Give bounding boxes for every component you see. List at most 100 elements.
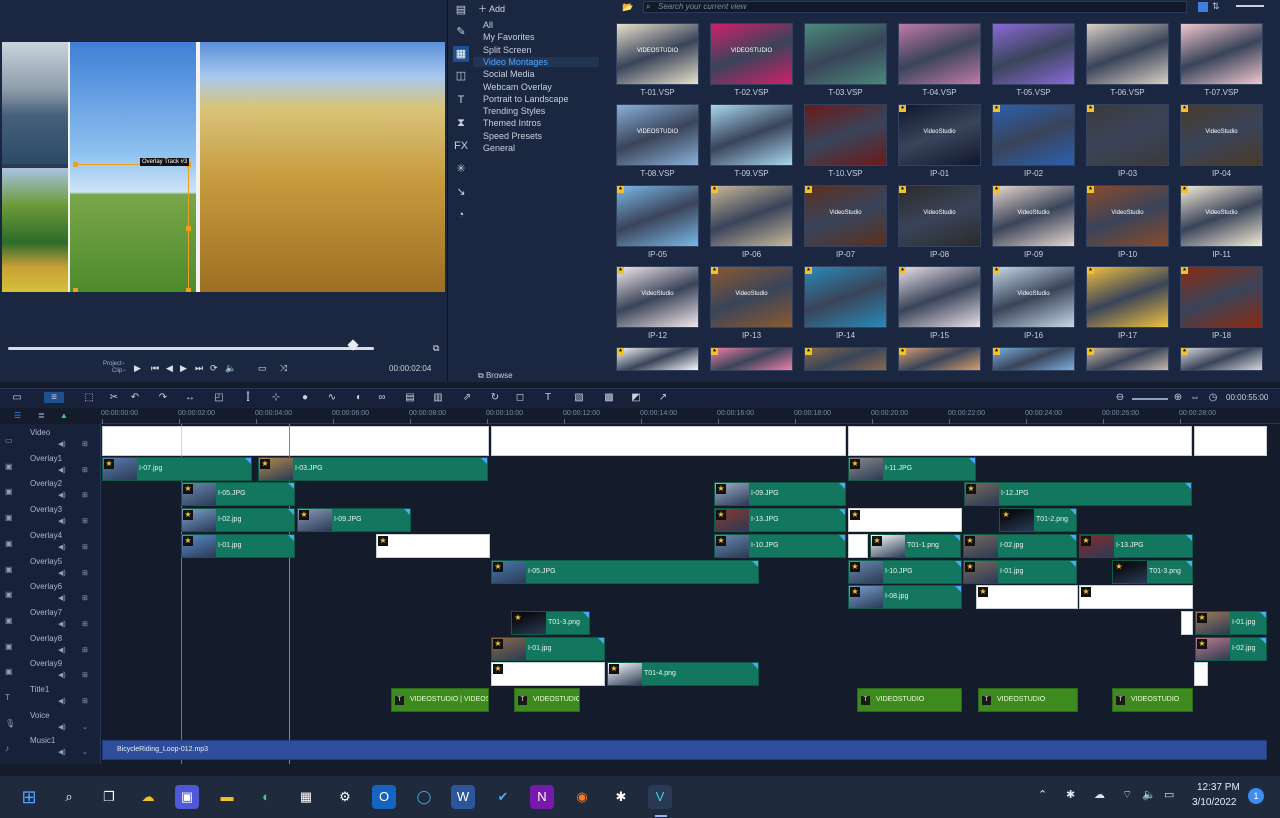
track-grid-icon[interactable]: ⊞ [82, 466, 88, 474]
step-back-icon[interactable]: ◀ [166, 363, 173, 374]
track-grid-icon[interactable]: ⊞ [82, 594, 88, 602]
subtitle-icon[interactable]: ▧ [572, 392, 586, 403]
color-icon[interactable]: ● [298, 392, 312, 403]
overlay-clip[interactable]: I-03.JPG ★ [258, 456, 488, 481]
category-item[interactable]: All [483, 20, 493, 30]
template-thumbnail[interactable]: ★ [992, 347, 1075, 371]
template-thumbnail[interactable]: ★ [1086, 104, 1169, 166]
wifi-icon[interactable]: ⌔ [1122, 788, 1132, 802]
overlay-clip[interactable]: I-10.JPG ★ [848, 559, 962, 584]
template-thumbnail[interactable]: ★ VideoStudio [710, 266, 793, 328]
word-icon[interactable]: W [451, 785, 475, 809]
slack-tray-icon[interactable]: ✱ [1066, 788, 1075, 801]
project-mode-label[interactable]: Project− [103, 361, 125, 367]
video-clip[interactable] [1194, 426, 1267, 456]
repeat-icon[interactable]: ⟳ [210, 363, 218, 374]
overlay-clip[interactable]: I-11.JPG ★ [848, 456, 976, 481]
title-clip[interactable]: T VIDEOSTUDIO [1112, 688, 1193, 712]
overlay-clip[interactable]: I-08.jpg ★ [848, 585, 962, 610]
track-volume-icon[interactable]: ◀) [58, 466, 66, 474]
edge-icon[interactable]: ◐ [254, 785, 278, 809]
tools-icon[interactable]: ✂ [107, 392, 121, 403]
clip-mode-label[interactable]: Clip− [112, 368, 126, 374]
start-icon[interactable]: ⊞ [17, 785, 41, 809]
category-item[interactable]: Trending Styles [483, 106, 545, 116]
step-forward-icon[interactable]: ▶ [180, 363, 187, 374]
overlay-clip[interactable]: I-01.jpg ★ [491, 636, 605, 661]
template-thumbnail[interactable]: ★ [804, 347, 887, 371]
redo-icon[interactable]: ↷ [156, 392, 170, 403]
title-clip[interactable]: T VIDEOSTUDIO | VIDEOS [391, 688, 489, 712]
overlay-clip[interactable]: I-12.JPG ★ [964, 482, 1192, 507]
settings-icon[interactable]: ⚙ [333, 785, 357, 809]
motion-icon[interactable]: ✳ [453, 161, 469, 177]
template-thumbnail[interactable]: ★ VideoStudio [992, 266, 1075, 328]
template-thumbnail[interactable] [992, 23, 1075, 85]
clock-time[interactable]: 12:37 PM [1197, 782, 1240, 793]
crop-icon[interactable]: ◰ [212, 392, 226, 403]
widgets-icon[interactable]: ☁ [136, 785, 160, 809]
title-clip[interactable]: T VIDEOSTUDIO [978, 688, 1078, 712]
track-volume-icon[interactable]: ◀) [58, 517, 66, 525]
templates-icon[interactable]: ▦ [453, 46, 469, 62]
todo-icon[interactable]: ✔ [491, 785, 515, 809]
template-thumbnail[interactable] [804, 104, 887, 166]
resize-handle[interactable] [73, 288, 78, 292]
link-icon[interactable]: ∞ [375, 392, 389, 403]
chevron-up-icon[interactable]: ⌃ [1038, 788, 1047, 801]
template-thumbnail[interactable]: ★ [804, 266, 887, 328]
firefox-icon[interactable]: ◉ [570, 785, 594, 809]
resize-handle[interactable] [73, 162, 78, 167]
category-item[interactable]: Themed Intros [483, 118, 541, 128]
track-grid-icon[interactable]: ⊞ [82, 646, 88, 654]
layout-icon[interactable]: ▥ [431, 392, 445, 403]
overlay-clip[interactable]: I-10.JPG ★ [714, 533, 846, 558]
caption-icon[interactable]: ▤ [403, 392, 417, 403]
overlay-clip[interactable]: T01-1.png ★ [870, 533, 961, 558]
overlay-clip[interactable]: I-01.jpg ★ [963, 559, 1077, 584]
file-explorer-icon[interactable]: ▬ [215, 785, 239, 809]
title-icon[interactable]: T [453, 92, 469, 108]
speed-icon[interactable]: ◔ [453, 207, 469, 223]
overlay-clip[interactable]: I-09.JPG ★ [714, 482, 846, 507]
template-thumbnail[interactable]: ★ [1180, 347, 1263, 371]
clock-date[interactable]: 3/10/2022 [1192, 797, 1237, 808]
template-thumbnail[interactable]: ★ VideoStudio [1180, 104, 1263, 166]
overlay-clip[interactable]: I-05.JPG ★ [491, 559, 759, 584]
overlay-clip[interactable]: ★ [376, 533, 490, 558]
skip-start-icon[interactable]: ⏮ [151, 363, 159, 374]
videostudio-icon[interactable]: V [648, 785, 672, 809]
fit-frame-icon[interactable]: ◻ [513, 392, 527, 403]
add-track-icon[interactable]: ≣ [38, 411, 45, 420]
volume-icon[interactable]: 🔈 [225, 363, 236, 374]
clock-icon[interactable]: ◷ [1206, 392, 1220, 403]
overlay-clip[interactable]: I-02.jpg ★ [181, 508, 295, 533]
onedrive-icon[interactable]: ☁ [1094, 788, 1105, 801]
category-item[interactable]: Webcam Overlay [483, 82, 552, 92]
category-item[interactable]: Speed Presets [483, 131, 542, 141]
timeline-ruler[interactable]: 00:00:00:00 00:00:02:00 00:00:04:00 00:00:0… [101, 408, 1280, 424]
track-volume-icon[interactable]: ◀) [58, 646, 66, 654]
template-thumbnail[interactable]: ★ [616, 185, 699, 247]
track-grid-icon[interactable]: ⊞ [82, 569, 88, 577]
overlay-clip[interactable]: I-13.JPG ★ [1079, 533, 1193, 558]
template-thumbnail[interactable]: ★ [1086, 347, 1169, 371]
browse-button[interactable]: ⧉ Browse [478, 371, 513, 381]
grid-view-icon[interactable] [1198, 2, 1208, 12]
overlay-clip[interactable]: ★ [491, 662, 605, 687]
overlay-clip[interactable]: I-02.jpg ★ [1195, 636, 1267, 661]
overlay-clip[interactable]: T01-4.png ★ [607, 662, 759, 687]
template-thumbnail[interactable]: ★ [710, 347, 793, 371]
preview-canvas[interactable]: Overlay Track #3 [2, 42, 445, 292]
zoom-slider[interactable] [1132, 398, 1168, 400]
battery-icon[interactable]: ▭ [1164, 788, 1174, 801]
overlay-clip[interactable] [848, 533, 868, 558]
track-volume-icon[interactable]: ◀) [58, 543, 66, 551]
rotate-icon[interactable]: ↻ [488, 392, 502, 403]
zoom-in-icon[interactable]: ⊕ [1171, 392, 1185, 403]
undo-icon[interactable]: ↶ [128, 392, 142, 403]
preview-timecode[interactable]: 00:00:02:04 [389, 364, 431, 373]
template-thumbnail[interactable] [710, 104, 793, 166]
media-icon[interactable]: ▤ [453, 2, 469, 18]
cortana-icon[interactable]: ◯ [412, 785, 436, 809]
